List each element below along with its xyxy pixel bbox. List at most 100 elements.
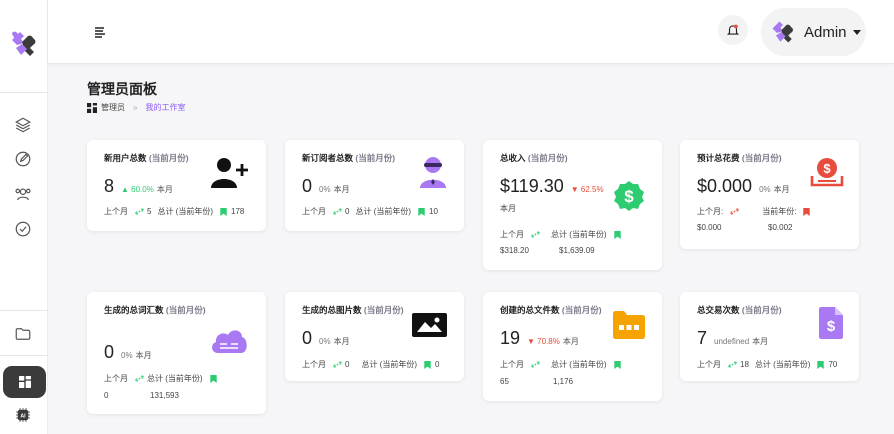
card-period: 本月 — [333, 337, 350, 346]
link-icon — [333, 361, 342, 368]
dashboard-icon — [18, 376, 31, 388]
bell-icon — [726, 24, 740, 35]
link-icon — [135, 208, 144, 215]
card-value: $0.000 — [697, 176, 753, 196]
stat-card-generated-words: 生成的总词汇数 (当前月份) 0 0% 本月 上个月 总计 (当前年份) 0 1… — [87, 292, 266, 414]
card-value: 0 — [104, 342, 115, 362]
stat-card-estimated-spending: 预计总花费 (当前月份) $0.000 0% 本月 上个月: 当前年份: $0.… — [680, 140, 859, 249]
total-value: 131,593 — [150, 391, 179, 400]
last-month-value: 0 — [345, 207, 350, 216]
total-value: 178 — [231, 207, 245, 216]
total-label: 总计 (当前年份) — [147, 374, 203, 383]
last-month-value: $318.20 — [500, 246, 529, 255]
card-period: 本月 — [500, 204, 516, 213]
svg-text:AI: AI — [20, 413, 26, 419]
user-menu[interactable]: Admin — [761, 8, 866, 56]
total-value: 0 — [435, 360, 440, 369]
last-month-value: 65 — [500, 377, 509, 386]
total-label: 总计 (当前年份) — [157, 207, 214, 216]
bookmark-icon — [817, 360, 825, 369]
total-label: 当前年份: — [762, 207, 797, 216]
card-title: 创建的总文件数 — [500, 305, 560, 315]
card-change: 0% — [319, 185, 331, 194]
total-value: 70 — [828, 360, 838, 369]
folder-outline-icon[interactable] — [13, 324, 33, 344]
cloud-icon — [212, 330, 247, 353]
total-label: 总计 (当前年份) — [355, 207, 412, 216]
users-icon[interactable] — [13, 184, 33, 204]
card-subtitle: (当前月份) — [363, 305, 404, 315]
stat-card-generated-images: 生成的总图片数 (当前月份) 0 0% 本月 上个月 0 总计 (当前年份) 0 — [285, 292, 464, 381]
breadcrumb: 管理员 » 我的工作室 — [87, 102, 185, 113]
bookmark-icon — [803, 207, 811, 216]
card-subtitle: (当前月份) — [148, 153, 189, 163]
notification-bell-button[interactable] — [718, 15, 748, 45]
breadcrumb-current[interactable]: 我的工作室 — [145, 102, 185, 113]
last-month-value: $0.000 — [697, 223, 722, 232]
card-change: undefined — [714, 337, 750, 346]
card-change: ▼ 62.5% — [570, 185, 604, 194]
card-period: 本月 — [156, 185, 173, 194]
link-icon — [531, 231, 540, 238]
total-label: 总计 (当前年份) — [551, 230, 607, 239]
last-month-label: 上个月 — [500, 360, 524, 369]
last-month-label: 上个月 — [104, 374, 128, 383]
card-change: 0% — [759, 185, 771, 194]
total-value: $0.002 — [768, 223, 793, 232]
card-title: 总交易次数 — [697, 305, 740, 315]
link-icon — [333, 208, 342, 215]
last-month-label: 上个月 — [302, 207, 326, 216]
breadcrumb-root[interactable]: 管理员 — [101, 102, 125, 113]
total-value: 10 — [429, 207, 438, 216]
spending-icon: $ — [810, 158, 844, 187]
bookmark-icon — [418, 207, 425, 216]
card-title: 预计总花费 — [697, 153, 740, 163]
card-subtitle: (当前月份) — [527, 153, 568, 163]
total-label: 总计 (当前年份) — [551, 360, 607, 369]
card-footer: 上个月 18 总计 (当前年份) 70 — [697, 359, 837, 370]
sidebar-divider — [0, 92, 48, 93]
menu-toggle-icon[interactable] — [92, 24, 108, 40]
card-period: 本月 — [773, 185, 790, 194]
stat-card-total-revenue: 总收入 (当前月份) $119.30 ▼ 62.5% 本月 上个月 总计 (当前… — [483, 140, 662, 270]
card-value: $119.30 — [500, 176, 564, 196]
link-icon — [728, 361, 737, 368]
bookmark-icon — [613, 230, 621, 239]
last-month-label: 上个月: — [697, 207, 724, 216]
card-period: 本月 — [333, 185, 350, 194]
card-title: 新订阅者总数 — [302, 153, 354, 163]
image-icon — [412, 313, 447, 337]
card-footer-labels: 上个月: 当前年份: — [697, 206, 814, 217]
layers-icon[interactable] — [13, 115, 33, 135]
user-plus-icon — [211, 158, 248, 188]
card-subtitle: (当前月份) — [355, 153, 396, 163]
card-footer: 上个月 0 总计 (当前年份) 0 — [302, 359, 439, 370]
card-footer: 上个月 5 总计 (当前年份) 178 — [104, 206, 244, 217]
bookmark-icon — [424, 360, 431, 369]
page-title: 管理员面板 — [87, 81, 157, 97]
card-footer-labels: 上个月 总计 (当前年份) — [104, 373, 221, 384]
card-subtitle: (当前月份) — [561, 305, 602, 315]
check-circle-icon[interactable] — [13, 219, 33, 239]
total-label: 总计 (当前年份) — [361, 360, 418, 369]
card-title: 生成的总词汇数 — [104, 305, 164, 315]
stat-card-new-subscribers: 新订阅者总数 (当前月份) 0 0% 本月 上个月 0 总计 (当前年份) 10 — [285, 140, 464, 231]
card-value: 0 — [302, 176, 313, 196]
ai-chip-icon[interactable]: AI — [13, 405, 33, 425]
card-change: ▼ 70.8% — [527, 337, 560, 346]
brand-logo-icon[interactable] — [8, 28, 40, 60]
card-change: 0% — [121, 351, 133, 360]
sidebar: AI — [0, 0, 48, 434]
card-change: ▲ 60.0% — [121, 185, 154, 194]
card-title: 总收入 — [500, 153, 526, 163]
card-value: 8 — [104, 176, 115, 196]
card-title: 生成的总图片数 — [302, 305, 362, 315]
card-subtitle: (当前月份) — [165, 305, 206, 315]
card-subtitle: (当前月份) — [741, 305, 782, 315]
total-label: 总计 (当前年份) — [754, 360, 811, 369]
link-icon — [730, 208, 739, 215]
stat-card-created-files: 创建的总文件数 (当前月份) 19 ▼ 70.8% 本月 上个月 总计 (当前年… — [483, 292, 662, 401]
dashboard-button[interactable] — [3, 366, 46, 398]
card-subtitle: (当前月份) — [741, 153, 782, 163]
edit-icon[interactable] — [13, 149, 33, 169]
